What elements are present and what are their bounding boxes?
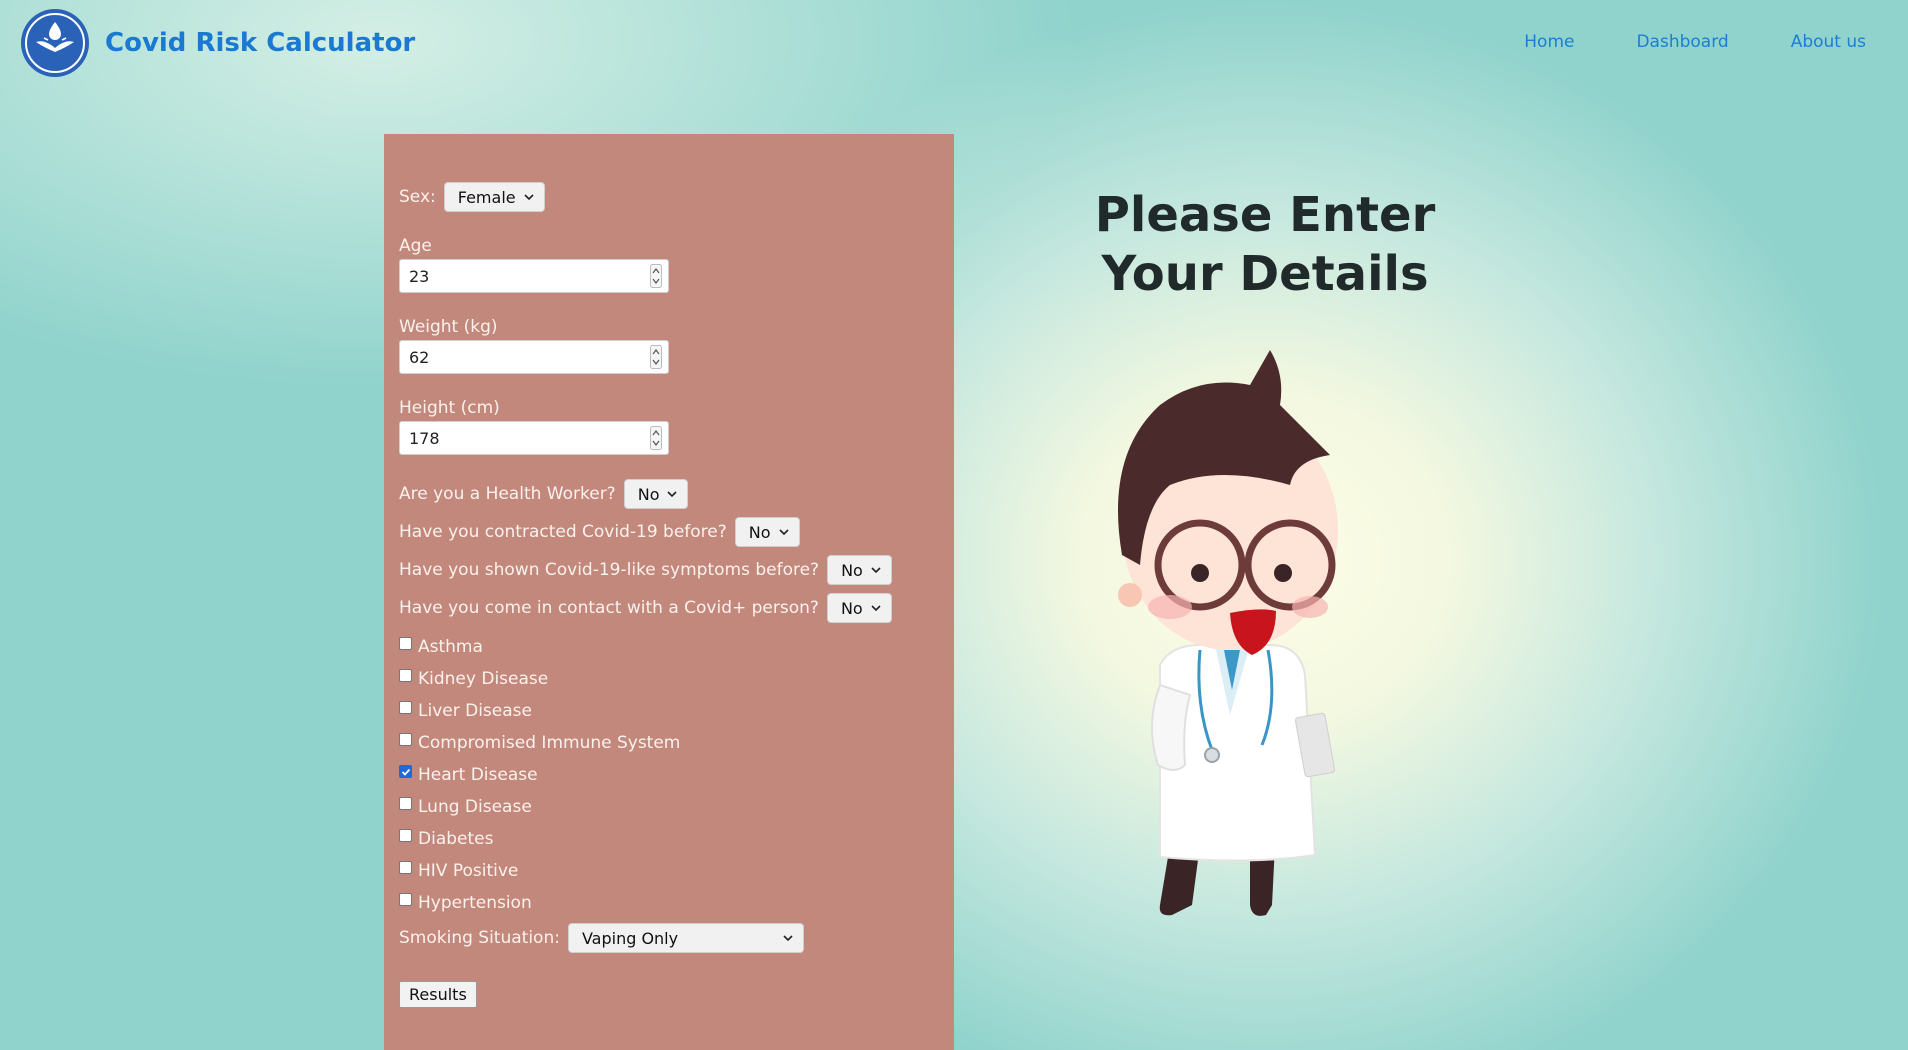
chevron-down-icon xyxy=(667,491,678,498)
condition-label: Heart Disease xyxy=(418,765,538,785)
question-symptoms: Have you shown Covid-19-like symptoms be… xyxy=(399,555,954,585)
results-button[interactable]: Results xyxy=(399,981,477,1008)
question-label: Have you shown Covid-19-like symptoms be… xyxy=(399,560,820,580)
smoking-row: Smoking Situation: Vaping Only xyxy=(399,923,954,953)
nav-about-link[interactable]: About us xyxy=(1791,32,1866,52)
chevron-down-icon xyxy=(524,194,534,201)
select-value: No xyxy=(637,484,660,504)
condition-label: Kidney Disease xyxy=(418,669,549,689)
spinner-icon[interactable] xyxy=(650,426,662,450)
condition-compromised-immune[interactable]: Compromised Immune System xyxy=(399,727,954,759)
condition-label: Compromised Immune System xyxy=(418,733,681,753)
conditions-list: Asthma Kidney Disease Liver Disease Comp… xyxy=(399,631,954,919)
question-health-worker: Are you a Health Worker? No xyxy=(399,479,954,509)
question-contact: Have you come in contact with a Covid+ p… xyxy=(399,593,954,623)
smoking-select[interactable]: Vaping Only xyxy=(567,923,804,953)
page-heading: Please Enter Your Details xyxy=(1094,187,1436,302)
chevron-down-icon xyxy=(783,935,793,942)
condition-label: Lung Disease xyxy=(418,797,532,817)
condition-label: Liver Disease xyxy=(418,701,532,721)
condition-asthma[interactable]: Asthma xyxy=(399,631,954,663)
question-label: Have you come in contact with a Covid+ p… xyxy=(399,598,819,618)
question-label: Have you contracted Covid-19 before? xyxy=(399,522,727,542)
sex-row: Sex: Female xyxy=(399,182,954,212)
smoking-label: Smoking Situation: xyxy=(399,928,560,948)
spinner-icon[interactable] xyxy=(650,264,662,288)
condition-label: Asthma xyxy=(418,637,483,657)
sex-select[interactable]: Female xyxy=(443,182,545,212)
nav-home-link[interactable]: Home xyxy=(1524,32,1574,52)
nav-links: Home Dashboard About us xyxy=(1462,32,1866,52)
chevron-down-icon xyxy=(871,605,881,612)
checkbox-checked[interactable] xyxy=(399,765,412,778)
checkbox[interactable] xyxy=(399,733,412,746)
age-value: 23 xyxy=(409,266,430,286)
risk-form: Sex: Female Age 23 Weight (kg) 62 Height… xyxy=(384,134,954,1050)
condition-hypertension[interactable]: Hypertension xyxy=(399,887,954,919)
checkbox[interactable] xyxy=(399,797,412,810)
condition-liver-disease[interactable]: Liver Disease xyxy=(399,695,954,727)
condition-kidney-disease[interactable]: Kidney Disease xyxy=(399,663,954,695)
health-worker-select[interactable]: No xyxy=(623,479,689,509)
contracted-select[interactable]: No xyxy=(734,517,800,547)
age-input[interactable]: 23 xyxy=(399,259,669,293)
checkbox[interactable] xyxy=(399,637,412,650)
question-contracted: Have you contracted Covid-19 before? No xyxy=(399,517,954,547)
age-label: Age xyxy=(399,236,432,256)
condition-lung-disease[interactable]: Lung Disease xyxy=(399,791,954,823)
navbar: Covid Risk Calculator Home Dashboard Abo… xyxy=(0,0,1908,86)
question-label: Are you a Health Worker? xyxy=(399,484,616,504)
condition-hiv-positive[interactable]: HIV Positive xyxy=(399,855,954,887)
nav-dashboard-link[interactable]: Dashboard xyxy=(1636,32,1728,52)
weight-input[interactable]: 62 xyxy=(399,340,669,374)
checkmark-icon xyxy=(401,768,410,776)
sex-label: Sex: xyxy=(399,187,436,207)
checkbox[interactable] xyxy=(399,893,412,906)
condition-diabetes[interactable]: Diabetes xyxy=(399,823,954,855)
brand[interactable]: Covid Risk Calculator xyxy=(20,8,415,78)
checkbox[interactable] xyxy=(399,829,412,842)
chevron-down-icon xyxy=(778,529,789,536)
select-value: No xyxy=(841,560,863,580)
checkbox[interactable] xyxy=(399,861,412,874)
condition-label: HIV Positive xyxy=(418,861,519,881)
weight-label: Weight (kg) xyxy=(399,317,498,337)
select-value: No xyxy=(748,522,771,542)
checkbox[interactable] xyxy=(399,669,412,682)
condition-label: Diabetes xyxy=(418,829,494,849)
height-input[interactable]: 178 xyxy=(399,421,669,455)
weight-value: 62 xyxy=(409,347,430,367)
height-label: Height (cm) xyxy=(399,398,500,418)
app-title: Covid Risk Calculator xyxy=(105,28,416,58)
symptoms-select[interactable]: No xyxy=(827,555,892,585)
spinner-icon[interactable] xyxy=(650,345,662,369)
select-value: No xyxy=(840,598,863,618)
chevron-down-icon xyxy=(871,567,881,574)
condition-label: Hypertension xyxy=(418,893,532,913)
checkbox[interactable] xyxy=(399,701,412,714)
smoking-select-value: Vaping Only xyxy=(581,928,679,948)
contact-select[interactable]: No xyxy=(826,593,892,623)
condition-heart-disease[interactable]: Heart Disease xyxy=(399,759,954,791)
height-value: 178 xyxy=(409,428,440,448)
sex-select-value: Female xyxy=(457,187,516,207)
soap-kills-corona-logo xyxy=(21,9,89,77)
doctor-illustration xyxy=(1117,350,1338,916)
